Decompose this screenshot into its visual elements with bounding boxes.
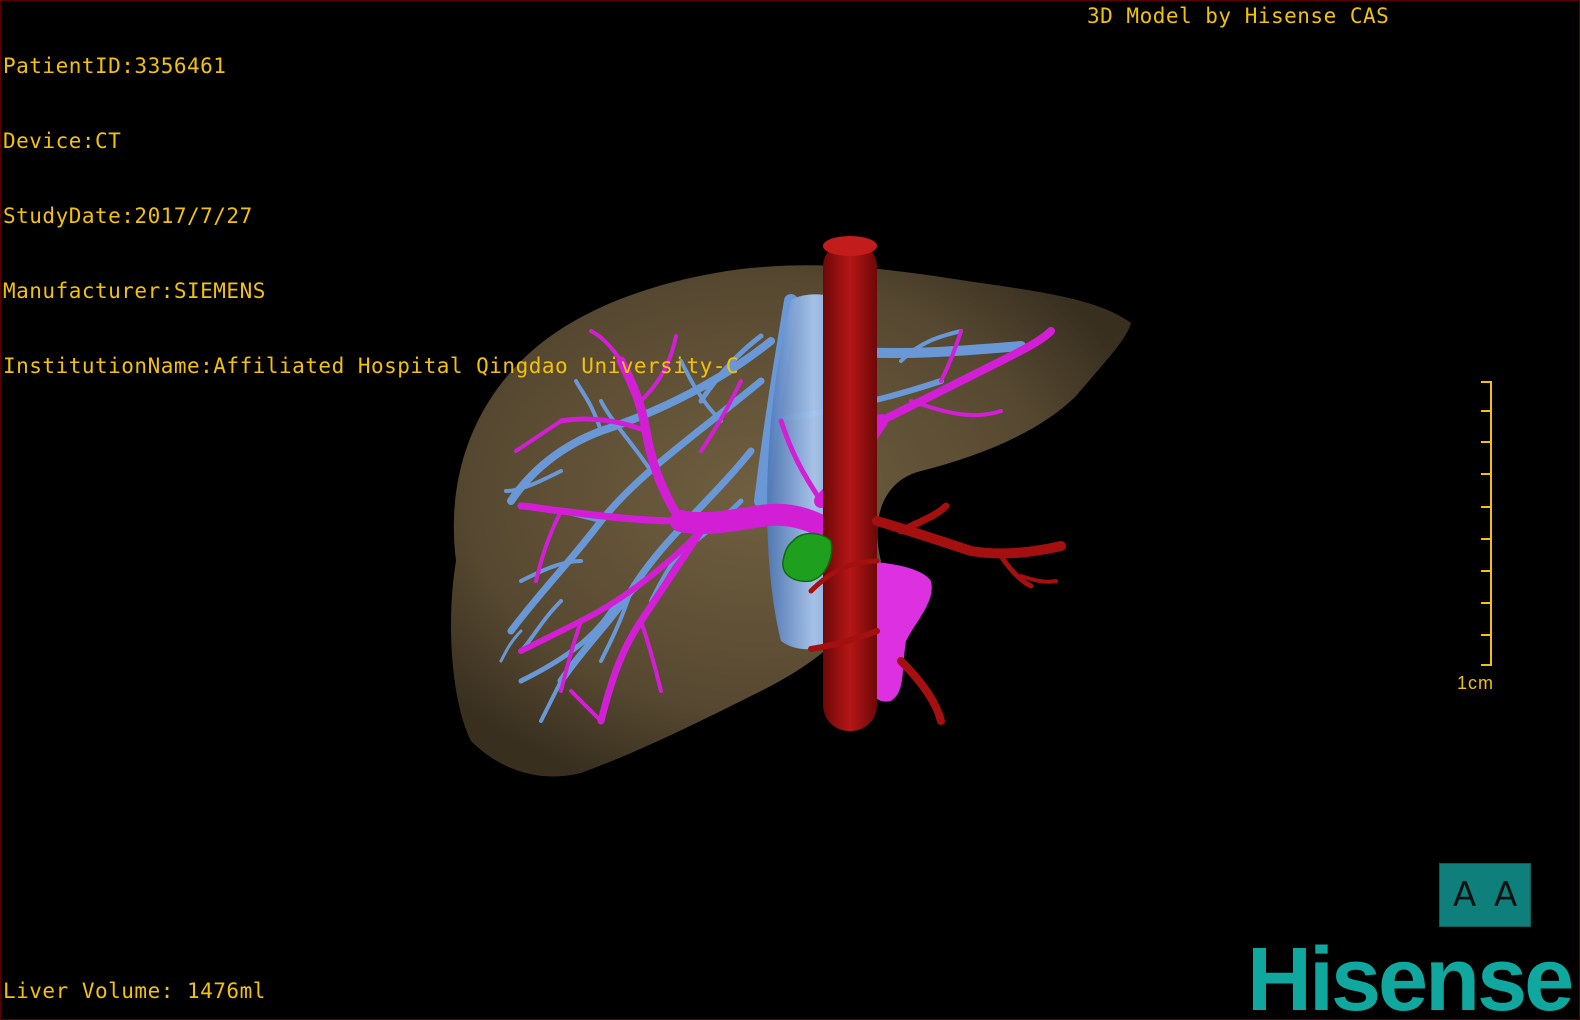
patient-id: PatientID:3356461: [3, 54, 227, 78]
device: Device:CT: [3, 129, 122, 153]
scale-bar-label: 1cm: [1457, 673, 1495, 693]
study-date: StudyDate:2017/7/27: [3, 204, 253, 228]
scale-bar: [1481, 381, 1492, 666]
hisense-logo: Hisense: [1247, 930, 1574, 1020]
liver-volume: Liver Volume: 1476ml: [3, 979, 266, 1003]
model-credit: 3D Model by Hisense CAS: [1087, 4, 1390, 28]
orientation-mirrored-glyph: A: [1452, 875, 1476, 915]
aorta: [823, 241, 877, 731]
orientation-toggle-button[interactable]: A A: [1439, 863, 1531, 927]
3d-viewport[interactable]: PatientID:3356461 Device:CT StudyDate:20…: [0, 0, 1580, 1020]
institution-name: InstitutionName:Affiliated Hospital Qing…: [3, 354, 740, 378]
orientation-glyph: A: [1494, 875, 1518, 915]
dicom-info-overlay: PatientID:3356461 Device:CT StudyDate:20…: [3, 4, 739, 429]
manufacturer: Manufacturer:SIEMENS: [3, 279, 266, 303]
